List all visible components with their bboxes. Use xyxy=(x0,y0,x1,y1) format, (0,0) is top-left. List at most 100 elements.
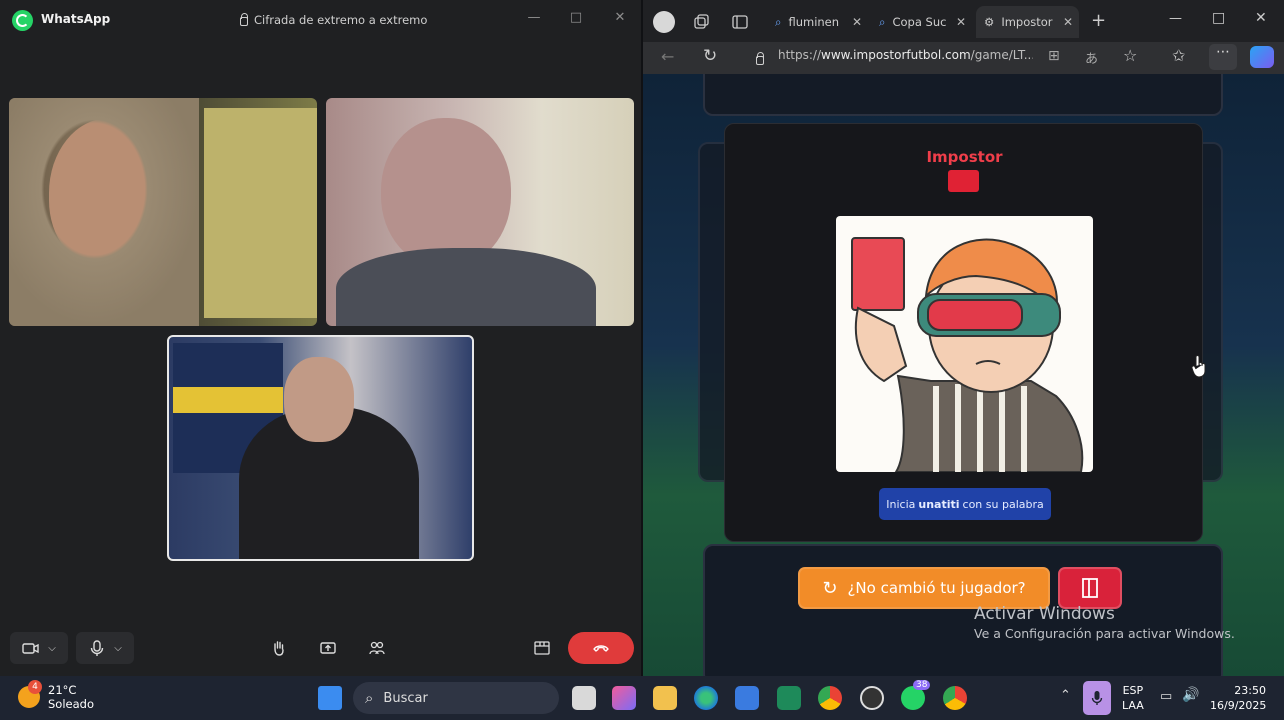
sun-icon: 4 xyxy=(18,680,42,708)
browser-window: ⌕ fluminen ✕ ⌕ Copa Suc ✕ ⚙ Impostor ✕ +… xyxy=(643,0,1284,676)
whatsapp-window: WhatsApp Cifrada de extremo a extremo — … xyxy=(0,0,641,676)
task-view-icon[interactable] xyxy=(572,686,596,710)
participant-body xyxy=(336,248,596,326)
layout-button[interactable] xyxy=(528,632,556,664)
more-options-icon[interactable]: ⋯ xyxy=(1209,44,1237,70)
new-tab-icon[interactable]: + xyxy=(1091,10,1106,31)
participants-button[interactable] xyxy=(363,632,391,664)
camera-icon xyxy=(22,643,39,654)
starts-word-banner: Inicia unatiti con su palabra xyxy=(879,488,1051,520)
whatsapp-logo-icon xyxy=(12,10,33,31)
favorites-icon[interactable]: ✩ xyxy=(1172,46,1185,65)
chevron-down-icon[interactable]: ⌵ xyxy=(48,643,56,654)
url-path: /game/LT... xyxy=(970,48,1033,62)
clock-time: 23:50 xyxy=(1234,684,1266,697)
network-icon[interactable]: ▭ xyxy=(1160,689,1172,704)
taskbar: 4 21°C Soleado ⌕ Buscar 38 ⌃ ESP LAA ▭ 🔊… xyxy=(0,676,1284,720)
tab-label: Impostor xyxy=(1001,15,1053,29)
close-icon[interactable]: ✕ xyxy=(609,8,631,26)
back-arrow-icon[interactable]: ← xyxy=(661,47,674,66)
participant-hood xyxy=(9,98,199,326)
maximize-icon[interactable]: □ xyxy=(565,8,587,26)
close-tab-icon[interactable]: ✕ xyxy=(956,15,972,29)
starts-pre: Inicia xyxy=(886,497,916,511)
chevron-down-icon[interactable]: ⌵ xyxy=(114,643,122,654)
share-screen-button[interactable] xyxy=(314,632,342,664)
activate-windows-title: Activar Windows xyxy=(974,604,1115,624)
tab-label: fluminen xyxy=(788,15,840,29)
whatsapp-taskbar-icon[interactable]: 38 xyxy=(901,680,931,710)
workspaces-icon[interactable] xyxy=(692,13,710,31)
leave-game-button[interactable] xyxy=(1058,567,1122,609)
file-explorer-icon[interactable] xyxy=(653,686,677,710)
hand-cursor-icon xyxy=(1191,355,1206,378)
microphone-in-use-icon[interactable] xyxy=(1083,681,1111,715)
temperature: 21°C xyxy=(48,683,77,697)
activate-windows-subtitle: Ve a Configuración para activar Windows. xyxy=(974,626,1235,641)
chrome-profile-icon[interactable] xyxy=(943,686,967,710)
favorite-star-icon[interactable]: ☆ xyxy=(1123,46,1137,65)
close-icon[interactable]: ✕ xyxy=(1255,10,1267,26)
tab-actions-icon[interactable] xyxy=(731,13,749,31)
lock-icon[interactable] xyxy=(756,52,764,65)
refresh-icon: ↻ xyxy=(822,577,838,599)
minimize-icon[interactable]: — xyxy=(1169,11,1182,26)
red-card-icon xyxy=(948,170,979,192)
close-tab-icon[interactable]: ✕ xyxy=(1063,15,1079,29)
camera-toggle-button[interactable]: ⌵ xyxy=(10,632,68,664)
keyboard-layout: LAA xyxy=(1122,699,1144,712)
room-card xyxy=(703,74,1223,116)
language-code: ESP xyxy=(1122,684,1144,697)
app-name: WhatsApp xyxy=(41,12,111,26)
close-tab-icon[interactable]: ✕ xyxy=(852,15,868,29)
show-hidden-icons-chevron-icon[interactable]: ⌃ xyxy=(1060,688,1071,703)
volume-icon[interactable]: 🔊 xyxy=(1182,687,1199,703)
info-card xyxy=(703,544,1223,676)
notification-badge: 38 xyxy=(913,680,931,690)
copilot-app-icon[interactable] xyxy=(612,686,636,710)
raise-hand-button[interactable] xyxy=(265,632,293,664)
minimize-icon[interactable]: — xyxy=(523,8,545,26)
weather-condition: Soleado xyxy=(48,697,94,711)
participant-face xyxy=(284,357,354,442)
obs-icon[interactable] xyxy=(860,686,884,710)
url-field[interactable]: https://www.impostorfutbol.com/game/LT..… xyxy=(778,48,1033,68)
system-clock[interactable]: 23:50 16/9/2025 xyxy=(1210,683,1266,713)
app-icon[interactable] xyxy=(777,686,801,710)
starting-player: unatiti xyxy=(918,497,960,511)
taskbar-search[interactable]: ⌕ Buscar xyxy=(353,682,559,714)
encryption-text: Cifrada de extremo a extremo xyxy=(254,13,428,27)
weather-widget[interactable]: 4 21°C Soleado xyxy=(18,680,94,711)
participant-face xyxy=(381,118,511,268)
impostor-illustration xyxy=(836,216,1093,472)
video-tile-participant-1[interactable] xyxy=(9,98,317,326)
apps-icon[interactable]: ⊞ xyxy=(1048,48,1060,64)
video-tile-self[interactable] xyxy=(167,335,474,561)
address-bar-row: ← ↻ https://www.impostorfutbol.com/game/… xyxy=(643,42,1284,74)
referee-illustration xyxy=(851,237,1084,472)
profile-avatar-icon[interactable] xyxy=(653,11,675,33)
video-tile-participant-2[interactable] xyxy=(326,98,634,326)
microsoft-store-icon[interactable] xyxy=(735,686,759,710)
door-exit-icon xyxy=(1082,578,1098,598)
copilot-icon[interactable] xyxy=(1250,46,1274,68)
hand-icon xyxy=(274,641,284,656)
tab-impostor[interactable]: ⚙ Impostor ✕ xyxy=(976,6,1079,38)
edge-browser-icon[interactable] xyxy=(694,686,718,710)
translate-icon[interactable]: あ xyxy=(1085,48,1098,67)
player-not-changed-button[interactable]: ↻ ¿No cambió tu jugador? xyxy=(798,567,1050,609)
tab-fluminen[interactable]: ⌕ fluminen ✕ xyxy=(767,6,868,38)
starts-post: con su palabra xyxy=(962,497,1044,511)
participants-icon xyxy=(369,641,385,655)
button-label: ¿No cambió tu jugador? xyxy=(847,579,1026,597)
refresh-icon[interactable]: ↻ xyxy=(703,46,717,66)
start-windows-icon[interactable] xyxy=(318,686,342,710)
input-language[interactable]: ESP LAA xyxy=(1122,683,1144,713)
chrome-icon[interactable] xyxy=(818,686,842,710)
share-screen-icon xyxy=(320,642,336,654)
maximize-icon[interactable]: □ xyxy=(1212,10,1225,26)
search-icon: ⌕ xyxy=(879,14,886,29)
tab-copa[interactable]: ⌕ Copa Suc ✕ xyxy=(871,6,972,38)
end-call-button[interactable] xyxy=(568,632,634,664)
microphone-toggle-button[interactable]: ⌵ xyxy=(76,632,134,664)
